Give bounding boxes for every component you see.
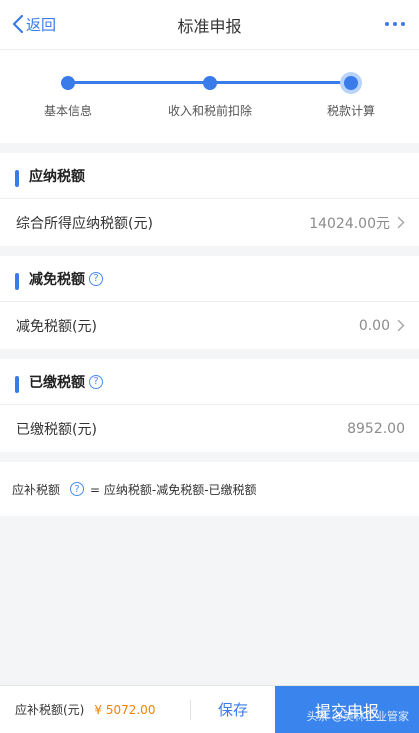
chevron-right-icon bbox=[397, 216, 405, 229]
section-marker bbox=[15, 376, 19, 393]
step-connector-1 bbox=[68, 81, 210, 84]
step-progress: 基本信息 收入和税前扣除 税款计算 bbox=[0, 50, 419, 143]
row-value: 0.00 bbox=[358, 317, 390, 334]
payable-tax-row[interactable]: 综合所得应纳税额(元) 14024.00元 bbox=[0, 199, 419, 246]
section-paid-tax: 已缴税额 ? 已缴税额(元) 8952.00 bbox=[0, 359, 419, 452]
more-dots-icon bbox=[385, 22, 405, 26]
divider bbox=[0, 246, 419, 256]
row-label: 已缴税额(元) bbox=[16, 421, 97, 438]
question-circle-icon[interactable]: ? bbox=[70, 482, 85, 496]
section-header: 减免税额 ? bbox=[0, 256, 419, 302]
row-label: 减免税额(元) bbox=[16, 318, 97, 335]
step-label-income-deduction: 收入和税前扣除 bbox=[167, 104, 253, 118]
amount-due-label: 应补税额(元) bbox=[15, 703, 85, 717]
submit-button[interactable]: 提交申报 头条 @美林企业管家 bbox=[275, 686, 419, 733]
amount-due: 应补税额(元) ¥ 5072.00 bbox=[0, 686, 190, 733]
amount-due-value: ¥ 5072.00 bbox=[94, 702, 156, 717]
section-payable-tax: 应纳税额 综合所得应纳税额(元) 14024.00元 bbox=[0, 153, 419, 246]
divider bbox=[0, 143, 419, 153]
section-header: 应纳税额 bbox=[0, 153, 419, 199]
step-dot-1 bbox=[61, 76, 75, 90]
more-button[interactable] bbox=[383, 13, 407, 35]
question-circle-icon[interactable]: ? bbox=[89, 271, 103, 286]
section-tax-reduction: 减免税额 ? 减免税额(元) 0.00 bbox=[0, 256, 419, 349]
row-label: 综合所得应纳税额(元) bbox=[16, 215, 153, 232]
section-title: 应纳税额 bbox=[29, 168, 85, 185]
section-marker bbox=[15, 273, 19, 290]
row-value: 8952.00 bbox=[347, 420, 405, 437]
divider bbox=[0, 452, 419, 462]
step-connector-2 bbox=[210, 81, 351, 84]
paid-tax-row: 已缴税额(元) 8952.00 bbox=[0, 405, 419, 452]
formula-expression: = 应纳税额-减免税额-已缴税额 bbox=[90, 482, 257, 497]
bottom-action-bar: 应补税额(元) ¥ 5072.00 保存 提交申报 头条 @美林企业管家 bbox=[0, 685, 419, 733]
save-button[interactable]: 保存 bbox=[191, 699, 275, 720]
watermark: 头条 @美林企业管家 bbox=[306, 710, 410, 723]
tax-reduction-row[interactable]: 减免税额(元) 0.00 bbox=[0, 302, 419, 349]
row-value: 14024.00元 bbox=[309, 215, 390, 232]
section-marker bbox=[15, 170, 19, 187]
chevron-right-icon bbox=[397, 319, 405, 332]
section-title: 已缴税额 bbox=[29, 374, 85, 391]
step-label-tax-calc: 税款计算 bbox=[326, 104, 376, 118]
question-circle-icon[interactable]: ? bbox=[89, 374, 103, 389]
page-title: 标准申报 bbox=[177, 17, 242, 36]
step-dot-3-active bbox=[340, 72, 362, 94]
section-header: 已缴税额 ? bbox=[0, 359, 419, 405]
nav-bar: 返回 标准申报 bbox=[0, 0, 419, 50]
step-dot-2 bbox=[203, 76, 217, 90]
step-label-basic-info: 基本信息 bbox=[43, 104, 93, 118]
formula-note: 应补税额 ? = 应纳税额-减免税额-已缴税额 bbox=[0, 462, 419, 516]
formula-label: 应补税额 bbox=[12, 482, 61, 497]
section-title: 减免税额 bbox=[29, 271, 85, 288]
divider bbox=[0, 349, 419, 359]
